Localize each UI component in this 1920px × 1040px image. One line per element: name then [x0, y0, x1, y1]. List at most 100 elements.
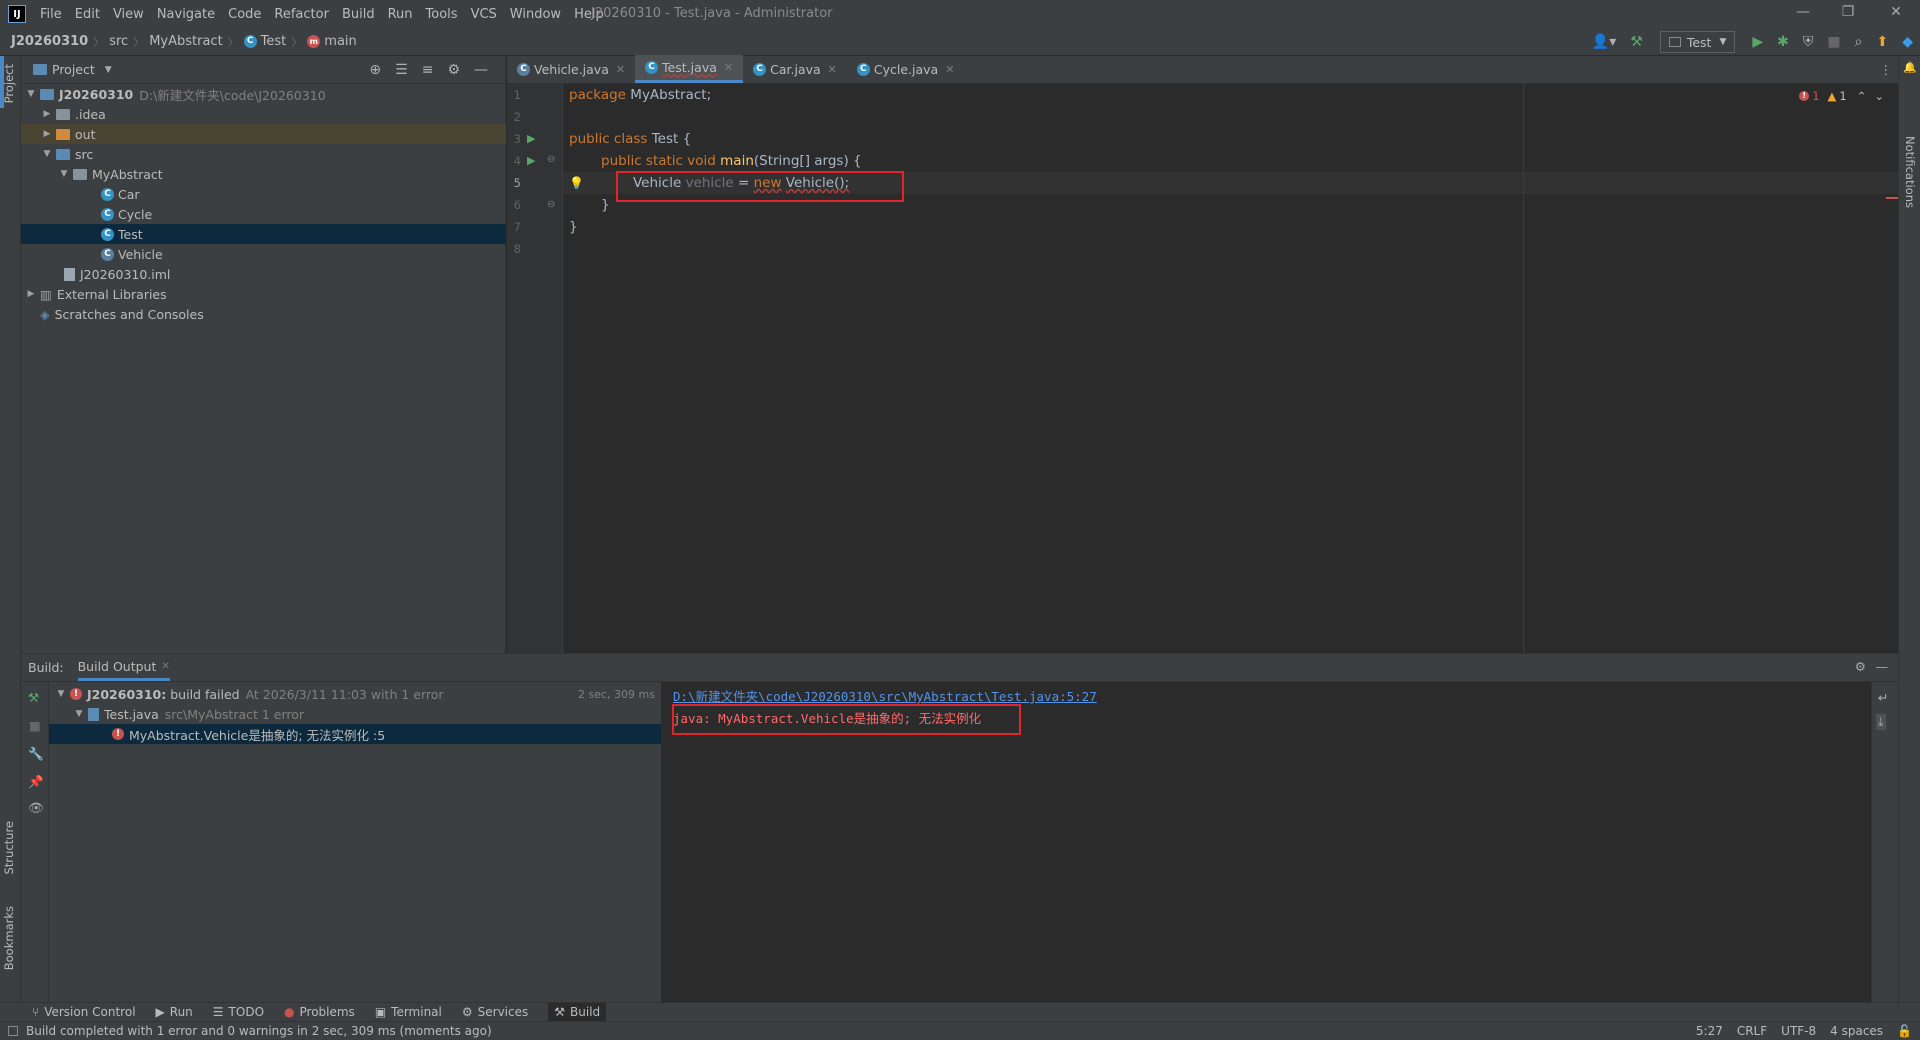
minimize-icon[interactable]: —: [1793, 4, 1813, 20]
chevron-down-icon[interactable]: ⌄: [1874, 89, 1884, 103]
menu-run[interactable]: Run: [388, 7, 413, 22]
scroll-to-end-icon[interactable]: ⤓: [1876, 714, 1886, 730]
line-separator[interactable]: CRLF: [1737, 1024, 1767, 1038]
lock-icon[interactable]: 🔓: [1897, 1024, 1912, 1038]
run-gutter-icon[interactable]: ▶: [527, 132, 535, 145]
inspection-widget[interactable]: ! 1 ▲ 1 ⌃ ⌄: [1799, 89, 1884, 103]
build-summary-row[interactable]: ▼ ! J20260310: build failed At 2026/3/11…: [49, 684, 661, 704]
tab-test-java[interactable]: C Test.java ✕: [635, 55, 744, 83]
status-message[interactable]: Build completed with 1 error and 0 warni…: [26, 1024, 492, 1038]
chevron-down-icon[interactable]: ▼: [105, 65, 112, 75]
breadcrumb-project[interactable]: J20260310: [11, 34, 88, 49]
jetbrains-ai-icon[interactable]: ◆: [1902, 34, 1913, 50]
settings-gear-icon[interactable]: ⚙: [1855, 659, 1866, 674]
menu-file[interactable]: File: [40, 7, 62, 22]
tree-item-package[interactable]: ▼ MyAbstract: [21, 164, 506, 184]
expand-all-icon[interactable]: ☰: [395, 62, 408, 78]
hide-panel-icon[interactable]: —: [1876, 659, 1889, 674]
close-tab-icon[interactable]: ✕: [616, 63, 625, 76]
tab-vehicle-java[interactable]: C Vehicle.java ✕: [507, 55, 635, 83]
tool-todo[interactable]: ☰ TODO: [213, 1005, 264, 1019]
breadcrumb-method[interactable]: m main: [307, 34, 357, 49]
code-editor[interactable]: 1 2 3 4 5 6 7 8 ▶ ▶ ⊖ ⊖ package MyAbstra…: [507, 84, 1898, 653]
hide-panel-icon[interactable]: —: [474, 62, 488, 78]
restore-icon[interactable]: ❐: [1838, 4, 1858, 20]
tool-build[interactable]: ⚒ Build: [548, 1002, 607, 1022]
tree-item-external-libraries[interactable]: ▶ ▥ External Libraries: [21, 284, 506, 304]
lightbulb-error-icon[interactable]: 💡: [569, 176, 584, 190]
tree-item-car[interactable]: C Car: [21, 184, 506, 204]
tab-car-java[interactable]: C Car.java ✕: [743, 55, 847, 83]
soft-wrap-icon[interactable]: ↵: [1878, 690, 1888, 705]
collapse-all-icon[interactable]: ≡: [422, 62, 434, 78]
menu-edit[interactable]: Edit: [75, 7, 100, 22]
tool-problems[interactable]: ● Problems: [284, 1005, 355, 1019]
tool-services[interactable]: ⚙ Services: [462, 1005, 528, 1019]
status-toggle-icon[interactable]: [8, 1026, 18, 1036]
menu-code[interactable]: Code: [228, 7, 261, 22]
breadcrumb-package[interactable]: MyAbstract: [149, 34, 222, 49]
menu-refactor[interactable]: Refactor: [274, 7, 329, 22]
run-configuration-select[interactable]: Test ▼: [1659, 31, 1736, 53]
notification-bell-icon[interactable]: 🔔: [1903, 61, 1917, 74]
menu-window[interactable]: Window: [510, 7, 561, 22]
error-stripe-marker[interactable]: [1886, 197, 1898, 199]
stop-icon[interactable]: ■: [29, 718, 41, 733]
rebuild-hammer-icon[interactable]: ⚒: [28, 690, 39, 705]
eye-icon[interactable]: 👁: [28, 800, 44, 816]
tool-terminal[interactable]: ▣ Terminal: [375, 1005, 442, 1019]
caret-position[interactable]: 5:27: [1696, 1024, 1723, 1038]
fold-icon[interactable]: ⊖: [547, 154, 555, 165]
file-encoding[interactable]: UTF-8: [1781, 1024, 1816, 1038]
breadcrumb-src[interactable]: src: [109, 34, 128, 49]
menu-navigate[interactable]: Navigate: [157, 7, 215, 22]
wrench-icon[interactable]: 🔧: [28, 746, 44, 762]
pin-icon[interactable]: 📌: [28, 774, 44, 790]
close-tab-icon[interactable]: ✕: [724, 61, 733, 74]
search-icon[interactable]: ⌕: [1855, 34, 1863, 50]
run-icon[interactable]: ▶: [1752, 34, 1763, 50]
debug-icon[interactable]: ✱: [1777, 34, 1789, 50]
tree-item-idea[interactable]: ▶ .idea: [21, 104, 506, 124]
tree-item-vehicle[interactable]: C Vehicle: [21, 244, 506, 264]
run-gutter-icon[interactable]: ▶: [527, 154, 535, 167]
project-panel-title[interactable]: Project: [52, 62, 95, 77]
indent-setting[interactable]: 4 spaces: [1830, 1024, 1883, 1038]
tree-item-scratches[interactable]: ◈ Scratches and Consoles: [21, 304, 506, 324]
menu-vcs[interactable]: VCS: [471, 7, 497, 22]
user-icon[interactable]: 👤▾: [1592, 34, 1616, 50]
fold-icon[interactable]: ⊖: [547, 199, 555, 210]
more-tabs-icon[interactable]: ⋮: [1880, 62, 1893, 77]
settings-gear-icon[interactable]: ⚙: [447, 62, 460, 78]
tab-cycle-java[interactable]: C Cycle.java ✕: [847, 55, 965, 83]
breadcrumb-class[interactable]: C Test: [243, 34, 286, 49]
menu-view[interactable]: View: [113, 7, 144, 22]
tab-build-output[interactable]: Build Output ✕: [77, 655, 170, 681]
build-error-row[interactable]: ! MyAbstract.Vehicle是抽象的; 无法实例化 :5: [49, 724, 661, 744]
tree-item-out[interactable]: ▶ out: [21, 124, 506, 144]
coverage-icon[interactable]: ⛨: [1803, 34, 1814, 50]
chevron-up-icon[interactable]: ⌃: [1857, 89, 1867, 103]
close-tab-icon[interactable]: ✕: [828, 63, 837, 76]
close-tab-icon[interactable]: ✕: [945, 63, 954, 76]
locate-file-icon[interactable]: ⊕: [369, 62, 381, 78]
notifications-tool-tab[interactable]: Notifications: [1903, 136, 1917, 208]
structure-tool-tab[interactable]: Structure: [2, 821, 16, 875]
tool-version-control[interactable]: ⑂ Version Control: [32, 1005, 136, 1019]
tree-item-project-root[interactable]: ▼ J20260310 D:\新建文件夹\code\J20260310: [21, 84, 506, 104]
build-file-row[interactable]: ▼ Test.java src\MyAbstract 1 error: [49, 704, 661, 724]
tree-item-test[interactable]: C Test: [21, 224, 506, 244]
project-tool-tab[interactable]: Project: [2, 64, 16, 103]
bookmarks-tool-tab[interactable]: Bookmarks: [2, 906, 16, 970]
menu-tools[interactable]: Tools: [426, 7, 458, 22]
stop-icon[interactable]: ■: [1827, 34, 1840, 50]
build-output-console[interactable]: D:\新建文件夹\code\J20260310\src\MyAbstract\T…: [661, 682, 1871, 1003]
menu-build[interactable]: Build: [342, 7, 375, 22]
tool-run[interactable]: ▶ Run: [156, 1005, 193, 1019]
tree-item-src[interactable]: ▼ src: [21, 144, 506, 164]
tree-item-cycle[interactable]: C Cycle: [21, 204, 506, 224]
close-tab-icon[interactable]: ✕: [161, 661, 169, 672]
build-hammer-icon[interactable]: ⚒: [1630, 34, 1643, 50]
tree-item-iml[interactable]: J20260310.iml: [21, 264, 506, 284]
close-icon[interactable]: ✕: [1886, 4, 1906, 20]
